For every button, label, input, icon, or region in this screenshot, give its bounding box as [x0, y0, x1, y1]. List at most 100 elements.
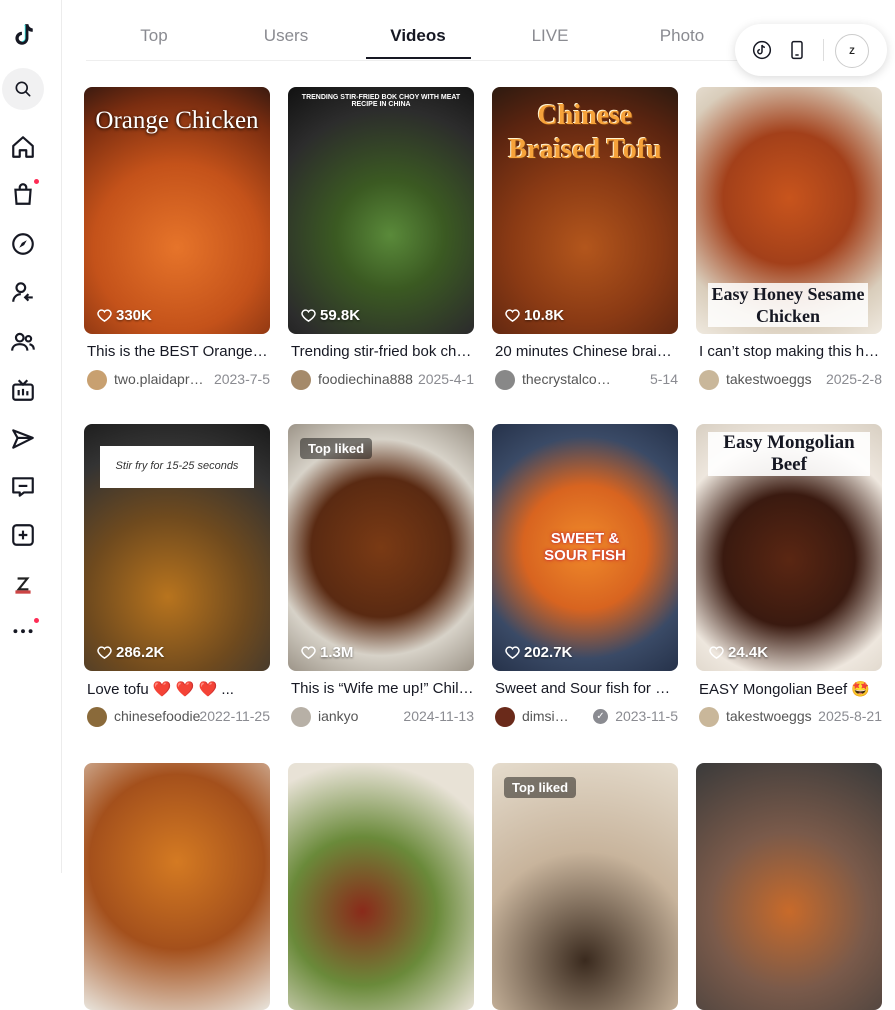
video-title[interactable]: Love tofu ❤️ ❤️ ❤️ ... [87, 680, 270, 698]
video-title[interactable]: I can’t stop making this honey sesame ch… [699, 343, 882, 360]
author-meta: two.plaidaprons 2023-7-5 [87, 370, 270, 390]
tab-users[interactable]: Users [246, 26, 326, 60]
author-name[interactable]: two.plaidaprons [114, 371, 209, 387]
search-tabs: Top Users Videos LIVE Photo [86, 20, 776, 61]
pill-divider [823, 39, 824, 61]
tab-photo[interactable]: Photo [642, 26, 722, 60]
phone-icon[interactable] [785, 38, 809, 62]
author-name[interactable]: thecrystalcookbook [522, 371, 617, 387]
heart-icon [301, 309, 316, 323]
tiktok-icon[interactable] [750, 38, 774, 62]
upload-icon[interactable] [6, 518, 40, 552]
like-count-value: 10.8K [524, 307, 565, 324]
video-thumbnail[interactable]: TRENDING STIR-FRIED BOK CHOY WITH MEAT R… [288, 87, 474, 334]
tab-top[interactable]: Top [114, 26, 194, 60]
heart-icon [709, 646, 724, 660]
live-icon[interactable] [6, 373, 40, 407]
post-date: 5-14 [649, 371, 678, 387]
video-thumbnail[interactable]: Chinese Braised Tofu 10.8K [492, 87, 678, 334]
like-count: 24.4K [709, 644, 768, 661]
author-meta: thecrystalcookbook 5-14 [495, 370, 678, 390]
messages-icon[interactable] [6, 422, 40, 456]
avatar[interactable] [291, 370, 311, 390]
like-count-value: 1.3M [320, 644, 354, 661]
author-name[interactable]: takestwoeggs [726, 708, 821, 724]
more-icon[interactable] [6, 612, 40, 646]
video-thumbnail[interactable]: Easy Honey Sesame Chicken [696, 87, 882, 334]
avatar[interactable] [699, 370, 719, 390]
like-count-value: 286.2K [116, 644, 165, 661]
author-meta: takestwoeggs 2025-8-21 [699, 707, 882, 727]
explore-icon[interactable] [6, 227, 40, 261]
video-thumbnail[interactable]: Easy Mongolian Beef 24.4K [696, 424, 882, 671]
video-thumbnail[interactable]: Orange Chicken 330K [84, 87, 270, 334]
tab-live[interactable]: LIVE [510, 26, 590, 60]
author-meta: foodiechina888 2025-4-1 [291, 370, 474, 390]
video-title[interactable]: Trending stir-fried bok choy with meat [291, 343, 474, 360]
tab-videos[interactable]: Videos [378, 26, 458, 60]
author-name[interactable]: iankyo [318, 708, 413, 724]
author-meta: chinesefoodie 2022-11-25 [87, 707, 270, 727]
thumbnail-overlay-text: Easy Mongolian Beef [708, 432, 870, 476]
avatar[interactable] [87, 707, 107, 727]
heart-icon [505, 309, 520, 323]
author-meta: takestwoeggs 2025-2-8 [699, 370, 882, 390]
video-thumbnail[interactable] [288, 763, 474, 1010]
avatar[interactable] [87, 370, 107, 390]
avatar-logo-text: Z [849, 46, 855, 56]
notification-dot [34, 618, 39, 623]
top-liked-badge: Top liked [504, 777, 577, 798]
author-name[interactable]: foodiechina888 [318, 371, 413, 387]
thumbnail-overlay-text: Orange Chicken [95, 107, 259, 134]
like-count: 59.8K [301, 307, 360, 324]
activity-icon[interactable] [6, 470, 40, 504]
profile-avatar[interactable]: Z [835, 34, 869, 68]
author-meta: iankyo 2024-11-13 [291, 707, 474, 727]
notification-dot [34, 179, 39, 184]
post-date: 2025-4-1 [417, 371, 474, 387]
like-count-value: 59.8K [320, 307, 361, 324]
like-count: 10.8K [505, 307, 564, 324]
profile-icon[interactable] [6, 568, 40, 602]
tiktok-logo-icon[interactable] [6, 18, 40, 52]
video-title[interactable]: 20 minutes Chinese braised tofu [495, 343, 678, 360]
avatar[interactable] [291, 707, 311, 727]
video-thumbnail[interactable]: Top liked 1.3M [288, 424, 474, 671]
video-thumbnail[interactable] [84, 763, 270, 1010]
heart-icon [301, 646, 316, 660]
avatar[interactable] [699, 707, 719, 727]
post-date: 2023-11-5 [615, 708, 678, 724]
author-name[interactable]: dimsimlim [522, 708, 580, 724]
avatar[interactable] [495, 707, 515, 727]
video-thumbnail[interactable]: SWEET & SOUR FISH 202.7K [492, 424, 678, 671]
video-title[interactable]: EASY Mongolian Beef 🤩 [699, 680, 882, 698]
video-title[interactable]: This is “Wife me up!” Chili oil noodles [291, 680, 474, 697]
like-count-value: 330K [116, 307, 152, 324]
avatar[interactable] [495, 370, 515, 390]
author-name[interactable]: chinesefoodie [114, 708, 209, 724]
video-thumbnail[interactable]: Stir fry for 15-25 seconds 286.2K [84, 424, 270, 671]
search-button[interactable] [2, 68, 44, 110]
video-title[interactable]: Sweet and Sour fish for dinner [495, 680, 678, 697]
friends-icon[interactable] [6, 325, 40, 359]
video-thumbnail[interactable] [696, 763, 882, 1010]
like-count: 202.7K [505, 644, 572, 661]
video-title[interactable]: This is the BEST Orange Chicken [87, 343, 270, 360]
like-count: 1.3M [301, 644, 353, 661]
active-tab-indicator [366, 57, 471, 59]
like-count: 286.2K [97, 644, 164, 661]
author-name[interactable]: takestwoeggs [726, 371, 821, 387]
post-date: 2022-11-25 [199, 708, 270, 724]
like-count-value: 24.4K [728, 644, 769, 661]
post-date: 2024-11-13 [403, 708, 474, 724]
home-icon[interactable] [6, 130, 40, 164]
post-date: 2025-8-21 [818, 708, 882, 724]
heart-icon [97, 309, 112, 323]
top-liked-badge: Top liked [300, 438, 373, 459]
video-thumbnail[interactable]: Top liked [492, 763, 678, 1010]
shop-icon[interactable] [6, 177, 40, 211]
thumbnail-overlay-text: TRENDING STIR-FRIED BOK CHOY WITH MEAT R… [301, 94, 461, 108]
following-icon[interactable] [6, 275, 40, 309]
thumbnail-overlay-text: Chinese Braised Tofu [508, 100, 662, 165]
post-date: 2023-7-5 [213, 371, 270, 387]
